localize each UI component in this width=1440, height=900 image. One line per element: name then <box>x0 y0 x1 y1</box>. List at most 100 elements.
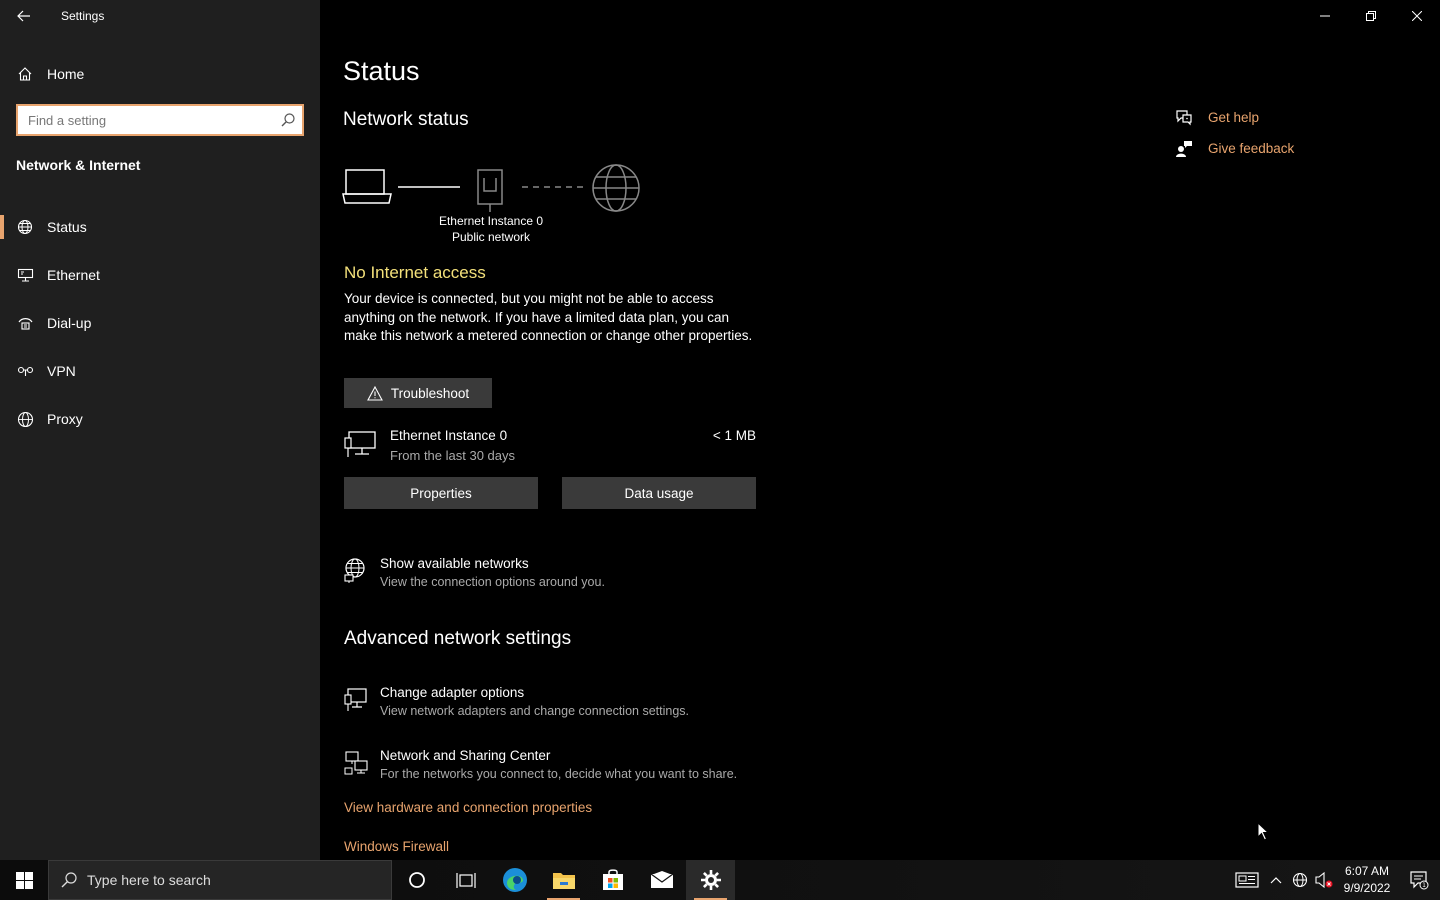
feedback-person-icon <box>1175 140 1193 158</box>
mouse-cursor-icon <box>1257 822 1270 841</box>
edge-browser-icon <box>502 868 527 892</box>
notification-count: 1 <box>1422 882 1426 889</box>
sidebar-item-proxy[interactable]: Proxy <box>0 395 320 443</box>
network-globe-icon <box>344 558 368 589</box>
ethernet-icon <box>16 266 34 284</box>
change-adapter-title: Change adapter options <box>380 685 525 700</box>
diagram-adapter-name: Ethernet Instance 0 <box>438 214 544 228</box>
start-button[interactable] <box>0 860 48 900</box>
gear-icon <box>700 870 721 890</box>
internet-globe-icon <box>592 164 640 212</box>
network-globe-tray-icon <box>1292 872 1308 888</box>
page-title: Status <box>343 56 420 86</box>
minimize-button[interactable] <box>1302 0 1348 32</box>
show-networks-subtitle: View the connection options around you. <box>380 575 605 589</box>
restore-button[interactable] <box>1348 0 1394 32</box>
show-networks-link[interactable]: Show available networks View the connect… <box>344 556 804 596</box>
cortana-button[interactable] <box>392 860 441 900</box>
minimize-icon <box>1320 15 1330 17</box>
sidebar-item-vpn[interactable]: VPN <box>0 347 320 395</box>
sidebar-item-home[interactable]: Home <box>0 56 320 92</box>
settings-search-input[interactable] <box>18 106 268 134</box>
no-internet-heading: No Internet access <box>344 263 486 282</box>
file-explorer-button[interactable] <box>539 860 588 900</box>
mail-envelope-icon <box>650 871 673 888</box>
settings-taskbar-button[interactable] <box>686 860 735 900</box>
sidebar-item-dialup[interactable]: Dial-up <box>0 299 320 347</box>
troubleshoot-button[interactable]: Troubleshoot <box>344 378 492 408</box>
get-help-label: Get help <box>1208 110 1260 125</box>
data-usage-button[interactable]: Data usage <box>562 477 756 509</box>
sidebar-item-label: Ethernet <box>47 267 100 283</box>
news-widget-button[interactable] <box>1230 860 1264 900</box>
windows-logo-icon <box>15 871 33 889</box>
sidebar: Settings Home Network & Internet Status … <box>0 0 320 860</box>
diagram-label: Ethernet Instance 0 Public network <box>420 213 562 245</box>
show-networks-title: Show available networks <box>380 556 529 571</box>
search-icon <box>61 872 77 888</box>
adapter-usage-row: Ethernet Instance 0 From the last 30 day… <box>344 426 756 470</box>
edge-button[interactable] <box>490 860 539 900</box>
task-view-button[interactable] <box>441 860 490 900</box>
sharing-center-link[interactable]: Network and Sharing Center For the netwo… <box>344 748 804 788</box>
sidebar-item-label: Status <box>47 219 87 235</box>
chat-help-icon <box>1175 109 1193 127</box>
show-hidden-icons-button[interactable] <box>1264 860 1288 900</box>
sidebar-item-label: Dial-up <box>47 315 92 331</box>
sidebar-item-status[interactable]: Status <box>0 203 320 251</box>
cortana-circle-icon <box>408 872 425 888</box>
warning-icon <box>366 385 383 401</box>
advanced-settings-heading: Advanced network settings <box>344 628 572 649</box>
ethernet-port-icon <box>477 169 503 212</box>
dialup-icon <box>16 314 34 332</box>
close-button[interactable] <box>1394 0 1440 32</box>
give-feedback-link[interactable]: Give feedback <box>1175 133 1294 164</box>
windows-firewall-link[interactable]: Windows Firewall <box>344 839 449 854</box>
home-label: Home <box>47 66 85 82</box>
taskbar: Type here to search 6:07 AM 9/9/2022 1 <box>0 860 1440 900</box>
globe-status-icon <box>16 218 34 236</box>
vpn-icon <box>16 362 34 380</box>
properties-button[interactable]: Properties <box>344 477 538 509</box>
main-content: Status Network status Ethernet Instance … <box>320 0 1440 860</box>
sidebar-item-ethernet[interactable]: Ethernet <box>0 251 320 299</box>
settings-search[interactable] <box>16 104 304 136</box>
get-help-link[interactable]: Get help <box>1175 102 1294 133</box>
sidebar-nav: Status Ethernet Dial-up VPN Proxy <box>0 203 320 443</box>
close-icon <box>1412 11 1422 21</box>
network-tray-button[interactable] <box>1288 860 1312 900</box>
laptop-icon <box>342 169 392 204</box>
change-adapter-subtitle: View network adapters and change connect… <box>380 704 689 718</box>
sharing-center-title: Network and Sharing Center <box>380 748 551 763</box>
volume-tray-button[interactable] <box>1312 860 1336 900</box>
home-icon <box>16 65 34 83</box>
store-bag-icon <box>602 869 623 890</box>
adapter-usage: < 1 MB <box>712 428 756 443</box>
sidebar-item-label: VPN <box>47 363 76 379</box>
sharing-center-icon <box>344 750 370 781</box>
chevron-up-icon <box>1270 877 1282 884</box>
back-button[interactable] <box>8 4 40 28</box>
store-button[interactable] <box>588 860 637 900</box>
section-title: Network & Internet <box>16 157 141 173</box>
search-icon[interactable] <box>280 112 296 128</box>
taskbar-search[interactable]: Type here to search <box>48 860 392 900</box>
task-view-icon <box>455 872 476 888</box>
action-center-button[interactable]: 1 <box>1398 860 1440 900</box>
change-adapter-link[interactable]: Change adapter options View network adap… <box>344 685 804 725</box>
diagram-network-type: Public network <box>451 230 531 244</box>
notification-icon: 1 <box>1410 871 1429 890</box>
system-tray: 6:07 AM 9/9/2022 1 <box>1230 860 1440 900</box>
troubleshoot-label: Troubleshoot <box>390 385 470 401</box>
sidebar-item-label: Proxy <box>47 411 83 427</box>
ethernet-adapter-icon <box>344 430 376 463</box>
give-feedback-label: Give feedback <box>1208 141 1295 156</box>
window-controls <box>1302 0 1440 32</box>
mail-button[interactable] <box>637 860 686 900</box>
hardware-properties-link[interactable]: View hardware and connection properties <box>344 800 592 815</box>
adapter-name: Ethernet Instance 0 <box>390 428 508 443</box>
app-title: Settings <box>61 9 105 23</box>
adapter-options-icon <box>344 687 368 718</box>
clock[interactable]: 6:07 AM 9/9/2022 <box>1336 863 1398 897</box>
folder-icon <box>552 873 575 889</box>
